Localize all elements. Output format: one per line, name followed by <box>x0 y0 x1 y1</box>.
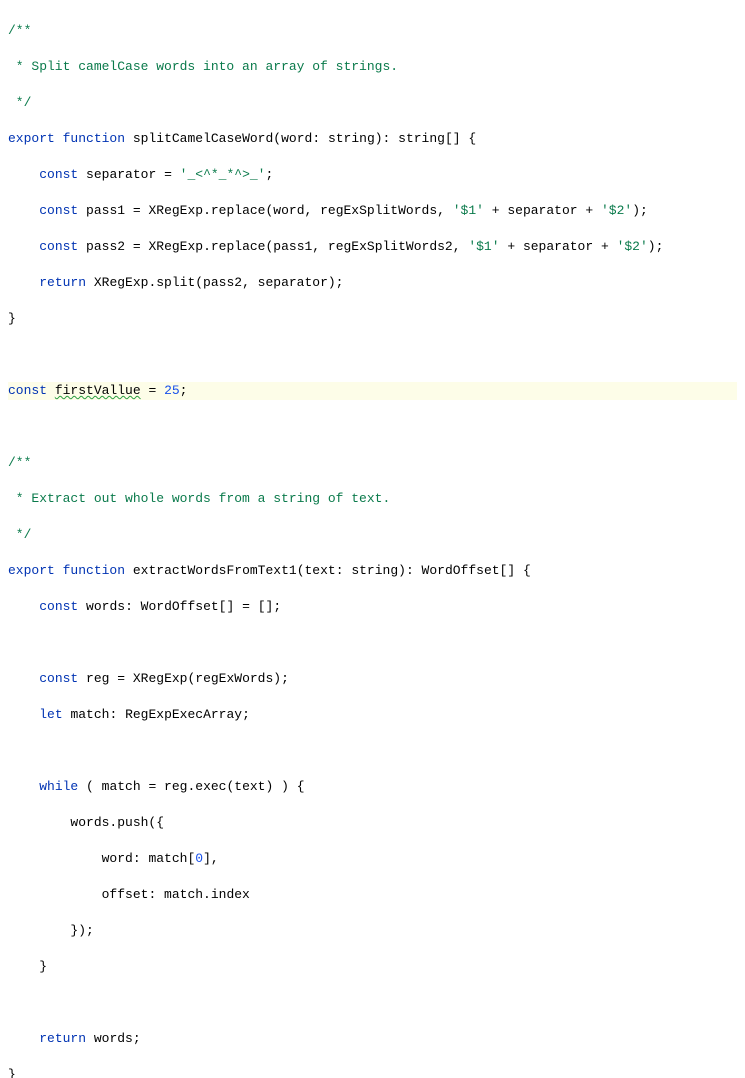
code-line: offset: match.index <box>8 886 737 904</box>
keyword-const: const <box>39 203 78 218</box>
comment: * Split camelCase words into an array of… <box>8 59 398 74</box>
code-line <box>8 634 737 652</box>
prop-key: word <box>102 851 133 866</box>
keyword-while: while <box>39 779 78 794</box>
var-type: RegExpExecArray <box>125 707 242 722</box>
code-line: } <box>8 958 737 976</box>
code-line: /** <box>8 22 737 40</box>
code-line: } <box>8 1066 737 1078</box>
while-cond: ( match = reg.exec(text) ) <box>86 779 289 794</box>
return-type: WordOffset[] <box>422 563 516 578</box>
keyword-const: const <box>8 383 47 398</box>
code-line: /** <box>8 454 737 472</box>
code-line: export function extractWordsFromText1(te… <box>8 562 737 580</box>
code-line: word: match[0], <box>8 850 737 868</box>
keyword-return: return <box>39 275 86 290</box>
typo-underline[interactable]: firstVallue <box>55 383 141 398</box>
code-line <box>8 418 737 436</box>
param-type: string <box>351 563 398 578</box>
code-line: const pass1 = XRegExp.replace(word, regE… <box>8 202 737 220</box>
keyword-const: const <box>39 167 78 182</box>
function-name: splitCamelCaseWord <box>133 131 273 146</box>
return-expr: XRegExp.split(pass2, separator); <box>94 275 344 290</box>
code-line: words.push({ <box>8 814 737 832</box>
code-line <box>8 346 737 364</box>
string-literal: '_<^*_*^>_' <box>180 167 266 182</box>
param-name: text <box>305 563 336 578</box>
array-literal: [] <box>258 599 274 614</box>
code-line: * Extract out whole words from a string … <box>8 490 737 508</box>
code-editor[interactable]: /** * Split camelCase words into an arra… <box>0 0 745 1078</box>
code-line <box>8 994 737 1012</box>
code-line: let match: RegExpExecArray; <box>8 706 737 724</box>
var-name: separator <box>86 167 156 182</box>
var-name: pass1 <box>86 203 125 218</box>
string-literal: '$2' <box>617 239 648 254</box>
keyword-const: const <box>39 239 78 254</box>
keyword-const: const <box>39 671 78 686</box>
keyword-return: return <box>39 1031 86 1046</box>
var-name: pass2 <box>86 239 125 254</box>
keyword-const: const <box>39 599 78 614</box>
var-name: words <box>86 599 125 614</box>
code-line: return XRegExp.split(pass2, separator); <box>8 274 737 292</box>
string-literal: '$1' <box>468 239 499 254</box>
code-line: }); <box>8 922 737 940</box>
code-line: } <box>8 310 737 328</box>
comment: * Extract out whole words from a string … <box>8 491 390 506</box>
code-line: export function splitCamelCaseWord(word:… <box>8 130 737 148</box>
call-expr: words.push({ <box>70 815 164 830</box>
prop-key: offset <box>102 887 149 902</box>
keyword-export: export <box>8 563 55 578</box>
keyword-function: function <box>63 563 125 578</box>
code-line-highlighted: const firstVallue = 25; <box>8 382 737 400</box>
param-name: word <box>281 131 312 146</box>
prop-val: match.index <box>164 887 250 902</box>
comment: /** <box>8 23 31 38</box>
code-line: * Split camelCase words into an array of… <box>8 58 737 76</box>
code-line: while ( match = reg.exec(text) ) { <box>8 778 737 796</box>
keyword-export: export <box>8 131 55 146</box>
code-line: const separator = '_<^*_*^>_'; <box>8 166 737 184</box>
return-type: string[] <box>398 131 460 146</box>
keyword-let: let <box>39 707 62 722</box>
comment: */ <box>8 95 31 110</box>
code-line: const pass2 = XRegExp.replace(pass1, reg… <box>8 238 737 256</box>
code-line: */ <box>8 526 737 544</box>
number-literal: 0 <box>195 851 203 866</box>
call-expr: XRegExp.replace(pass1, regExSplitWords2, <box>148 239 468 254</box>
var-name: match <box>70 707 109 722</box>
keyword-function: function <box>63 131 125 146</box>
return-expr: words; <box>94 1031 141 1046</box>
call-expr: XRegExp(regExWords); <box>133 671 289 686</box>
param-type: string <box>328 131 375 146</box>
code-line: const words: WordOffset[] = []; <box>8 598 737 616</box>
code-line: const reg = XRegExp(regExWords); <box>8 670 737 688</box>
function-name: extractWordsFromText1 <box>133 563 297 578</box>
comment: */ <box>8 527 31 542</box>
string-literal: '$2' <box>601 203 632 218</box>
code-line: */ <box>8 94 737 112</box>
code-line <box>8 742 737 760</box>
call-expr: XRegExp.replace(word, regExSplitWords, <box>148 203 452 218</box>
code-line: return words; <box>8 1030 737 1048</box>
comment: /** <box>8 455 31 470</box>
var-name: reg <box>86 671 109 686</box>
number-literal: 25 <box>164 383 180 398</box>
string-literal: '$1' <box>453 203 484 218</box>
var-type: WordOffset[] <box>141 599 235 614</box>
